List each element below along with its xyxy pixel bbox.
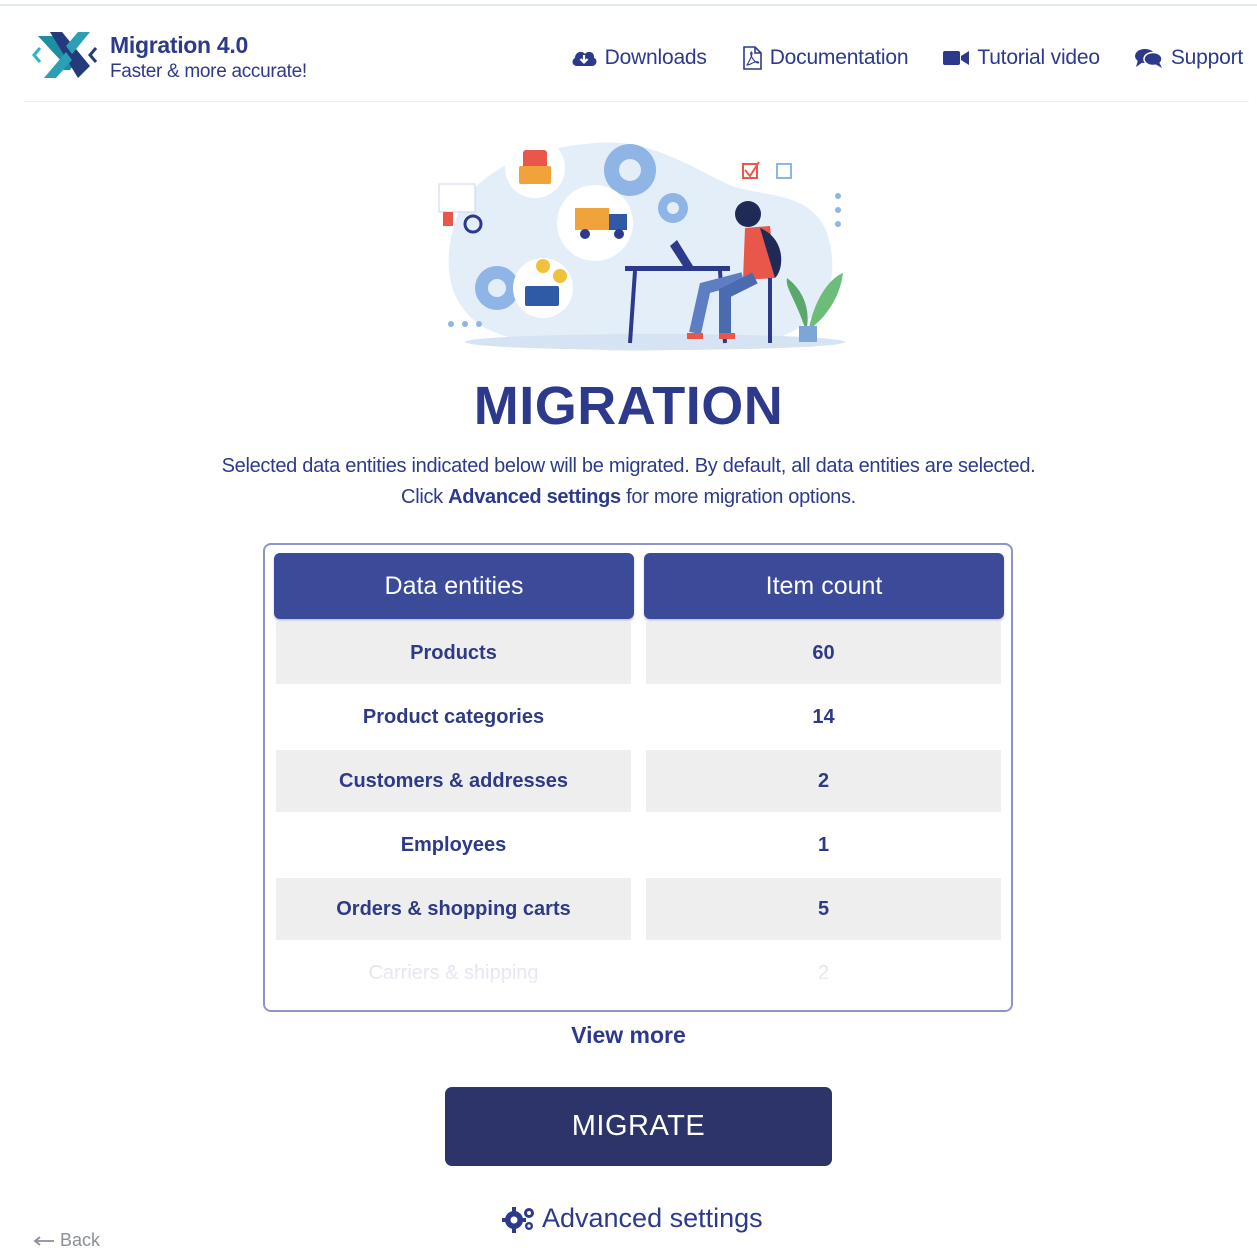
chat-bubbles-icon <box>1134 49 1163 68</box>
entity-count: 60 <box>646 622 1001 684</box>
entity-count: 1 <box>817 833 830 856</box>
table-row: Orders & shopping carts 5 <box>265 878 1011 940</box>
arrow-left-icon <box>33 1235 54 1246</box>
page-title: MIGRATION <box>473 376 784 436</box>
nav-downloads-label: Downloads <box>604 46 707 69</box>
nav-downloads[interactable]: Downloads <box>570 46 707 70</box>
entity-name: Orders & shopping carts <box>276 878 631 940</box>
migration-logo-icon <box>32 32 98 78</box>
gears-icon <box>502 1206 534 1233</box>
description-line-1: Selected data entities indicated below w… <box>221 455 1036 477</box>
view-more-link[interactable]: View more <box>0 1022 1257 1049</box>
nav-tutorial-video[interactable]: Tutorial video <box>942 46 1100 70</box>
entity-count: 2 <box>817 961 830 984</box>
table-row: Product categories 14 <box>265 686 1011 748</box>
pdf-document-icon <box>742 46 762 70</box>
nav-support[interactable]: Support <box>1134 46 1243 70</box>
top-nav: Downloads Documentation Tutorial video S… <box>570 46 1243 70</box>
description-line-2: Click Advanced settings for more migrati… <box>0 482 1257 513</box>
table-row: Customers & addresses 2 <box>265 750 1011 812</box>
table-row: Carriers & shipping 2 <box>265 942 1011 1004</box>
entity-name: Employees <box>400 833 507 856</box>
top-divider <box>0 4 1257 6</box>
description-prefix: Click <box>401 486 443 508</box>
nav-documentation-label: Documentation <box>769 46 909 69</box>
back-label: Back <box>60 1230 101 1250</box>
description-suffix: for more migration options. <box>626 486 856 508</box>
header-item-count: Item count <box>644 553 1004 619</box>
description-bold: Advanced settings <box>448 486 621 508</box>
entity-name: Products <box>276 622 631 684</box>
advanced-settings-label: Advanced settings <box>542 1203 763 1233</box>
nav-tutorial-video-label: Tutorial video <box>977 46 1100 69</box>
nav-documentation[interactable]: Documentation <box>741 46 909 70</box>
entity-name: Carriers & shipping <box>368 961 539 984</box>
table-row: Products 60 <box>265 622 1011 684</box>
brand-subtitle: Faster & more accurate! <box>110 61 307 82</box>
video-camera-icon <box>943 51 970 65</box>
entity-count: 2 <box>646 750 1001 812</box>
entities-table: Data entities Item count Products 60 Pro… <box>263 543 1013 1012</box>
back-link[interactable]: Back <box>33 1230 100 1251</box>
entity-name: Customers & addresses <box>276 750 631 812</box>
cloud-download-icon <box>572 51 597 66</box>
advanced-settings-link[interactable]: Advanced settings <box>502 1203 763 1234</box>
migration-hero-illustration <box>438 138 845 351</box>
page-description: Selected data entities indicated below w… <box>0 451 1257 513</box>
table-row: Employees 1 <box>265 814 1011 876</box>
brand-title: Migration 4.0 <box>110 32 248 58</box>
nav-support-label: Support <box>1170 46 1243 69</box>
entity-count: 5 <box>646 878 1001 940</box>
entity-count: 14 <box>812 705 835 728</box>
migrate-button[interactable]: MIGRATE <box>445 1087 832 1166</box>
header-data-entities: Data entities <box>274 553 634 619</box>
app-header: Migration 4.0 Faster & more accurate! Do… <box>24 14 1249 102</box>
entity-name: Product categories <box>362 705 545 728</box>
